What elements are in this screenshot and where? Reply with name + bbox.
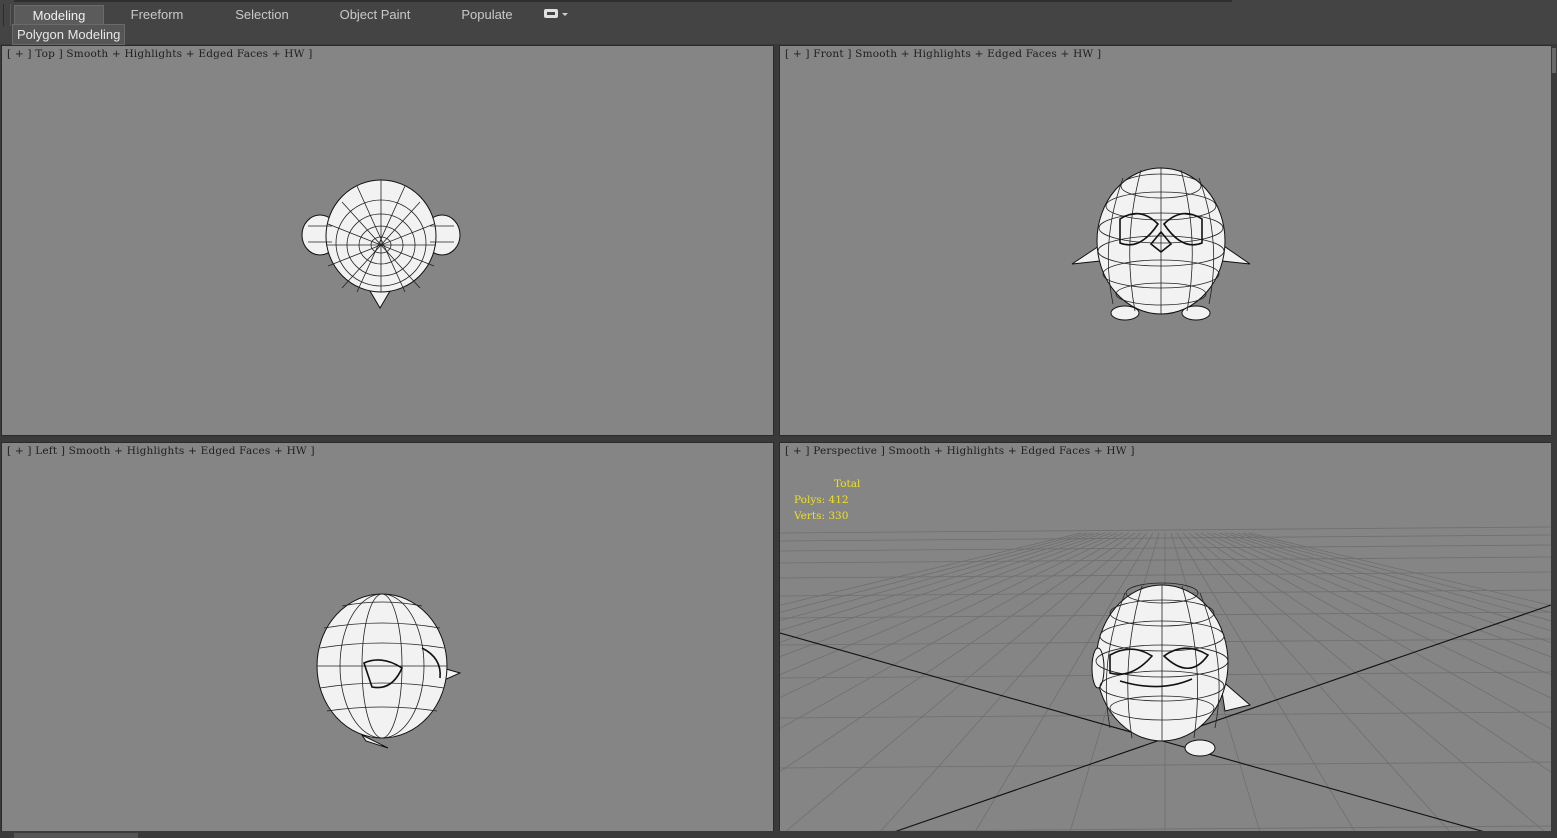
viewport-perspective[interactable]: [ + ] Perspective ] Smooth + Highlights … <box>779 442 1552 833</box>
options-dropdown-icon[interactable] <box>544 8 570 20</box>
right-scrollbar[interactable] <box>1551 44 1557 838</box>
viewport-front[interactable]: [ + ] Front ] Smooth + Highlights + Edge… <box>779 45 1552 436</box>
bottom-strip <box>0 831 1557 838</box>
penguin-left-view <box>316 593 462 749</box>
viewport-left[interactable]: [ + ] Left ] Smooth + Highlights + Edged… <box>1 442 774 833</box>
tab-freeform[interactable]: Freeform <box>117 5 197 24</box>
tab-selection[interactable]: Selection <box>222 5 302 24</box>
perspective-scene <box>780 526 1551 832</box>
ribbon-bar: Modeling Freeform Selection Object Paint… <box>0 0 1557 44</box>
penguin-top-view <box>301 179 461 309</box>
ribbon-top-line <box>14 0 1232 2</box>
viewport-top[interactable]: [ + ] Top ] Smooth + Highlights + Edged … <box>1 45 774 436</box>
bottom-strip-segment[interactable] <box>14 833 138 838</box>
tab-populate[interactable]: Populate <box>452 5 522 24</box>
ribbon-subpanel <box>0 26 1557 44</box>
tab-polygon-modeling[interactable]: Polygon Modeling <box>12 24 126 45</box>
penguin-front-view <box>1071 167 1251 321</box>
tab-modeling[interactable]: Modeling <box>14 5 104 25</box>
tab-object-paint[interactable]: Object Paint <box>332 5 418 24</box>
right-scrollbar-thumb[interactable] <box>1552 48 1556 73</box>
